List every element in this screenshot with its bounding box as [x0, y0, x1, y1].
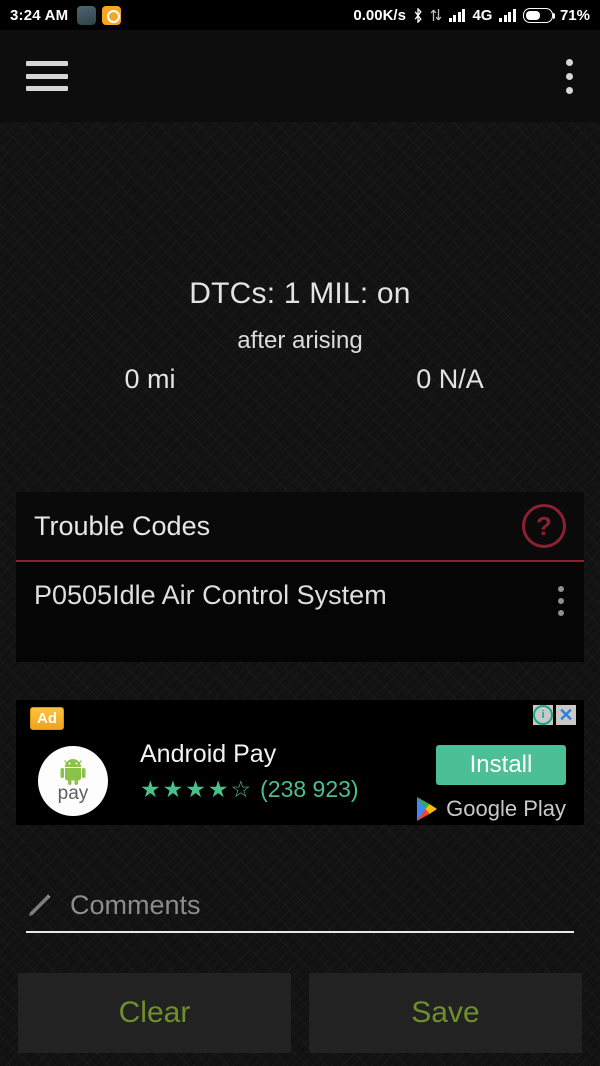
main-content: DTCs: 1 MIL: on after arising 0 mi 0 N/A… — [0, 122, 600, 1066]
table-row[interactable]: P0505Idle Air Control System — [16, 562, 584, 662]
google-play-attribution: Google Play — [415, 796, 566, 822]
overflow-menu-icon[interactable] — [566, 58, 574, 94]
pencil-icon — [29, 893, 51, 916]
dtc-distance-value: 0 mi — [124, 364, 176, 394]
save-button[interactable]: Save — [309, 973, 582, 1053]
battery-percent-label: 71% — [559, 6, 590, 24]
google-play-icon — [417, 797, 438, 821]
trouble-codes-card: Trouble Codes ? P0505Idle Air Control Sy… — [16, 492, 584, 662]
android-pay-logo-icon: pay — [38, 746, 108, 816]
star-icon: ★ — [207, 776, 229, 802]
dtc-time-value: 0 N/A — [416, 364, 484, 394]
trouble-code-description: Idle Air Control System — [112, 580, 387, 610]
signal-icon — [448, 8, 466, 22]
notification-app-icon — [102, 5, 122, 25]
weather-app-icon — [77, 5, 97, 25]
dtc-summary-panel: DTCs: 1 MIL: on after arising 0 mi 0 N/A — [0, 122, 600, 492]
app-screen: 3:24 AM 0.00K/s 4G 71% DTCs: 1 MIL: on a… — [0, 0, 600, 1066]
ad-controls: i ✕ — [533, 705, 576, 725]
comments-underline — [26, 931, 574, 933]
comments-placeholder: Comments — [70, 890, 201, 920]
ad-close-button[interactable]: ✕ — [556, 705, 576, 725]
network-type-label: 4G — [472, 6, 493, 24]
install-button[interactable]: Install — [436, 745, 566, 785]
info-icon: i — [533, 705, 553, 725]
ad-rating-count: (238 923) — [260, 776, 359, 802]
trouble-code-id: P0505 — [34, 580, 113, 610]
android-pay-wordmark: pay — [57, 783, 89, 805]
star-outline-icon: ☆ — [230, 776, 252, 802]
trouble-codes-title: Trouble Codes — [34, 510, 211, 541]
ad-badge: Ad — [30, 707, 64, 730]
comments-field[interactable]: Comments — [26, 890, 574, 933]
signal-icon-2 — [499, 8, 516, 22]
status-right-cluster: 0.00K/s 4G 71% — [353, 7, 590, 24]
google-play-label: Google Play — [446, 796, 566, 821]
star-icon: ★ — [185, 776, 206, 802]
battery-icon — [522, 7, 556, 23]
action-buttons: Clear Save — [0, 973, 600, 1053]
app-bar — [0, 30, 600, 122]
data-transfer-icon — [430, 9, 442, 21]
ad-info-button[interactable]: i — [533, 705, 553, 725]
close-icon: ✕ — [556, 705, 576, 725]
star-icon: ★ — [140, 776, 161, 802]
android-robot-icon — [60, 759, 86, 786]
network-speed-label: 0.00K/s — [353, 6, 406, 24]
ad-rating: ★ ★ ★ ★ ☆ (238 923) — [140, 776, 359, 803]
comments-row: Comments — [26, 890, 574, 931]
status-bar: 3:24 AM 0.00K/s 4G 71% — [0, 0, 600, 30]
dtc-subtitle: after arising — [237, 327, 363, 354]
clear-button[interactable]: Clear — [18, 973, 291, 1053]
trouble-codes-header: Trouble Codes ? — [16, 492, 584, 562]
ad-banner[interactable]: Ad i ✕ pay Android Pay ★ ★ ★ ★ ☆ (238 92… — [16, 700, 584, 825]
ad-app-name: Android Pay — [140, 740, 277, 768]
status-notification-icons — [77, 5, 122, 25]
help-question-icon[interactable]: ? — [522, 504, 566, 548]
dtc-title: DTCs: 1 MIL: on — [189, 277, 411, 310]
bluetooth-icon — [414, 7, 422, 23]
trouble-code-text: P0505Idle Air Control System — [34, 576, 387, 642]
row-overflow-menu-icon[interactable] — [558, 576, 566, 642]
status-clock: 3:24 AM — [10, 6, 69, 24]
hamburger-menu-icon[interactable] — [26, 61, 68, 91]
star-icon: ★ — [162, 776, 184, 802]
